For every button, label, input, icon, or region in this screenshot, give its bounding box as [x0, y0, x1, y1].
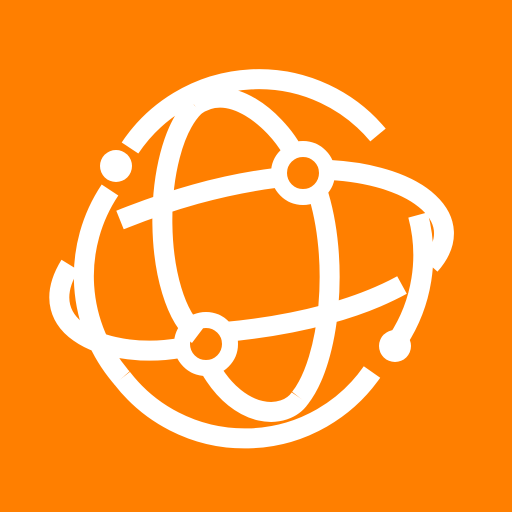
globe-meridian-top [189, 87, 301, 156]
globe-meridian-right [291, 186, 340, 405]
globe-outline-arc-right [389, 212, 434, 346]
network-globe-icon [49, 69, 454, 449]
globe-meridian-left [152, 98, 205, 343]
network-node-bottom [174, 312, 238, 376]
network-node-top [271, 141, 335, 205]
globe-band-lower [224, 276, 407, 342]
globe-band-upper [116, 168, 277, 230]
icon-canvas [0, 0, 512, 512]
network-node-left [100, 150, 132, 182]
globe-meridian-bottom [201, 362, 309, 422]
network-node-right [379, 330, 411, 362]
